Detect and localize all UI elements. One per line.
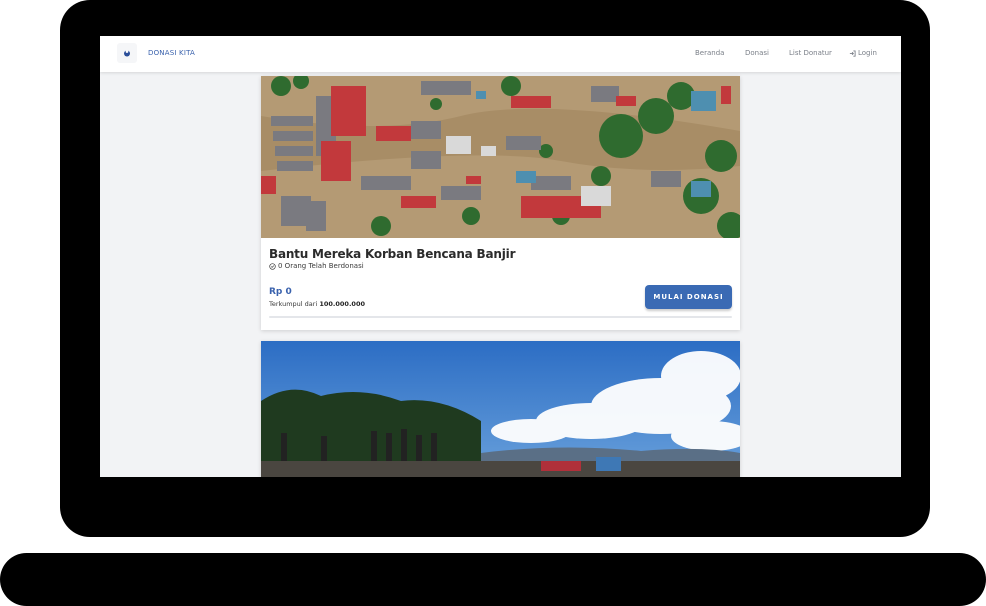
login-label: Login xyxy=(858,49,877,57)
collected-prefix: Terkumpul dari xyxy=(269,300,318,308)
campaign-card[interactable]: Bantu Mereka Korban Bencana Banjir 0 Ora… xyxy=(261,76,740,330)
login-icon xyxy=(849,49,856,57)
logo-icon xyxy=(124,50,130,57)
laptop-base xyxy=(0,553,986,606)
collected-amount: Rp 0 xyxy=(269,287,292,297)
donor-count: 0 Orang Telah Berdonasi xyxy=(269,262,364,270)
check-circle-icon xyxy=(269,262,276,270)
campaign-title[interactable]: Bantu Mereka Korban Bencana Banjir xyxy=(269,247,515,261)
donation-progress-bar xyxy=(269,316,732,318)
campaign-card[interactable] xyxy=(261,341,740,477)
donor-count-text: 0 Orang Telah Berdonasi xyxy=(278,262,364,270)
brand-name[interactable]: DONASI KITA xyxy=(148,49,195,57)
navbar: DONASI KITA Beranda Donasi List Donatur … xyxy=(100,36,901,72)
browser-screen: DONASI KITA Beranda Donasi List Donatur … xyxy=(100,36,901,477)
target-amount: 100.000.000 xyxy=(319,300,365,308)
collected-target: Terkumpul dari 100.000.000 xyxy=(269,300,365,308)
disaster-campaign-image xyxy=(261,341,740,477)
brand-logo[interactable] xyxy=(117,43,137,63)
nav-link-donasi[interactable]: Donasi xyxy=(745,49,769,57)
nav-link-login[interactable]: Login xyxy=(849,49,877,57)
flood-campaign-image xyxy=(261,76,740,238)
start-donation-button[interactable]: MULAI DONASI xyxy=(645,285,732,309)
nav-link-beranda[interactable]: Beranda xyxy=(695,49,724,57)
nav-link-list-donatur[interactable]: List Donatur xyxy=(789,49,832,57)
